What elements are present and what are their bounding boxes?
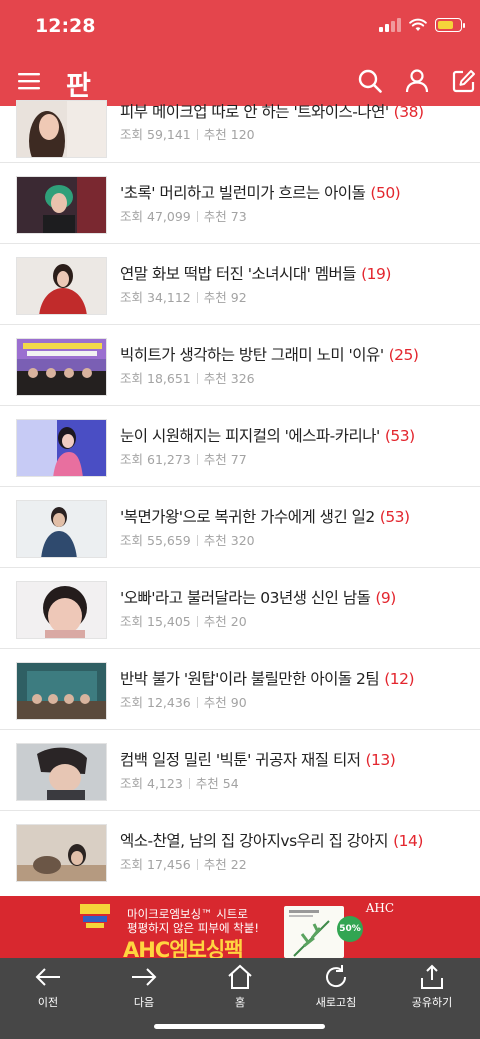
article-title[interactable]: 빅히트가 생각하는 방탄 그래미 노미 '이유' (25) [120,343,419,365]
home-button[interactable]: 홈 [210,964,270,1010]
list-item[interactable]: 빅히트가 생각하는 방탄 그래미 노미 '이유' (25) 조회 18,651 추천… [0,325,480,406]
article-title[interactable]: 눈이 시원해지는 피지컬의 '에스파-카리나' (53) [120,424,415,446]
article-meta: 조회 15,405 추천 20 [120,614,247,629]
list-item[interactable]: 반박 불가 '원탑'이라 불릴만한 아이돌 2팀 (12) 조회 12,436 추천… [0,649,480,730]
article-title[interactable]: 피부 메이크업 따로 안 하는 '트와이스-나연' (38) [120,100,424,122]
home-indicator [154,1024,325,1029]
refresh-label: 새로고침 [315,996,357,1009]
article-meta: 조회 18,651 추천 326 [120,371,255,386]
article-thumbnail [16,338,107,396]
article-thumbnail [16,662,107,720]
back-button[interactable]: 이전 [18,964,78,1010]
comment-count: (38) [393,103,424,121]
home-icon [228,964,252,989]
list-item[interactable]: '복면가왕'으로 복귀한 가수에게 생긴 일2 (53) 조회 55,659 추천 … [0,487,480,568]
article-meta: 조회 12,436 추천 90 [120,695,247,710]
list-item[interactable]: 연말 화보 떡밥 터진 '소녀시대' 멤버들 (19) 조회 34,112 추천 9… [0,244,480,325]
battery-icon [435,18,465,32]
article-title[interactable]: '초록' 머리하고 빌런미가 흐르는 아이돌 (50) [120,181,401,203]
article-thumbnail [16,419,107,477]
article-title[interactable]: 반박 불가 '원탑'이라 불릴만한 아이돌 2팀 (12) [120,667,415,689]
status-time: 12:28 [35,15,96,37]
back-label: 이전 [37,996,59,1009]
ad-product-name: AHC엠보싱팩 [123,938,244,958]
article-meta: 조회 34,112 추천 92 [120,290,247,305]
article-thumbnail [16,100,107,158]
article-title[interactable]: '복면가왕'으로 복귀한 가수에게 생긴 일2 (53) [120,505,410,527]
article-title[interactable]: 컴백 일정 밀린 '빅툰' 귀공자 재질 티저 (13) [120,748,396,770]
refresh-button[interactable]: 새로고침 [306,964,366,1010]
article-meta: 조회 59,141 추천 120 [120,127,255,142]
status-icons [379,18,465,32]
comment-count: (14) [393,832,423,850]
article-meta: 조회 17,456 추천 22 [120,857,247,872]
ad-brand-logo: AHC [365,901,394,915]
cellular-signal-icon [379,18,401,32]
ad-discount-badge: 50% [337,916,363,942]
share-button[interactable]: 공유하기 [402,964,462,1010]
refresh-icon [326,965,347,988]
comment-count: (53) [384,427,415,445]
list-item[interactable]: 컴백 일정 밀린 '빅툰' 귀공자 재질 티저 (13) 조회 4,123 추천 5… [0,730,480,811]
list-item[interactable]: 눈이 시원해지는 피지컬의 '에스파-카리나' (53) 조회 61,273 추천 … [0,406,480,487]
share-label: 공유하기 [411,996,453,1009]
top-header: 12:28 판 [0,0,480,106]
wifi-icon [409,18,427,31]
comment-count: (50) [370,184,401,202]
list-item[interactable]: 엑소-찬열, 남의 집 강아지vs우리 집 강아지 (14) 조회 17,456 추… [0,811,480,892]
forward-arrow-icon [132,968,157,986]
user-icon[interactable] [402,66,432,96]
forward-label: 다음 [133,996,155,1009]
article-thumbnail [16,743,107,801]
article-thumbnail [16,824,107,882]
article-title[interactable]: 엑소-찬열, 남의 집 강아지vs우리 집 강아지 (14) [120,829,423,851]
search-icon[interactable] [355,66,385,96]
ad-banner[interactable]: 마이크로엠보싱™ 시트로 평평하지 않은 피부에 착붙! AHC엠보싱팩 50%… [0,896,480,958]
comment-count: (9) [375,589,396,607]
article-thumbnail [16,500,107,558]
article-meta: 조회 55,659 추천 320 [120,533,255,548]
ad-product-image [284,906,344,958]
back-arrow-icon [35,968,60,986]
comment-count: (13) [365,751,396,769]
app-logo[interactable]: 판 [66,64,91,103]
list-item[interactable]: 피부 메이크업 따로 안 하는 '트와이스-나연' (38) 조회 59,141 추… [0,100,480,163]
list-item[interactable]: '초록' 머리하고 빌런미가 흐르는 아이돌 (50) 조회 47,099 추천 7… [0,163,480,244]
write-icon[interactable] [449,66,479,96]
comment-count: (53) [379,508,410,526]
article-meta: 조회 47,099 추천 73 [120,209,247,224]
bottom-nav-bar: 이전 다음 홈 새로고침 공유하기 [0,958,480,1039]
comment-count: (19) [361,265,391,283]
article-thumbnail [16,581,107,639]
comment-count: (25) [388,346,419,364]
comment-count: (12) [384,670,415,688]
article-title[interactable]: 연말 화보 떡밥 터진 '소녀시대' 멤버들 (19) [120,262,391,284]
list-item[interactable]: '오빠'라고 불러달라는 03년생 신인 남돌 (9) 조회 15,405 추천 2… [0,568,480,649]
share-icon [421,964,443,989]
hamburger-menu-icon[interactable] [14,66,44,96]
article-meta: 조회 61,273 추천 77 [120,452,247,467]
article-thumbnail [16,257,107,315]
article-meta: 조회 4,123 추천 54 [120,776,239,791]
forward-button[interactable]: 다음 [114,964,174,1010]
article-title[interactable]: '오빠'라고 불러달라는 03년생 신인 남돌 (9) [120,586,396,608]
home-label: 홈 [234,996,246,1009]
article-thumbnail [16,176,107,234]
app-bar: 판 [0,58,480,104]
ad-badge-icon [80,904,110,928]
